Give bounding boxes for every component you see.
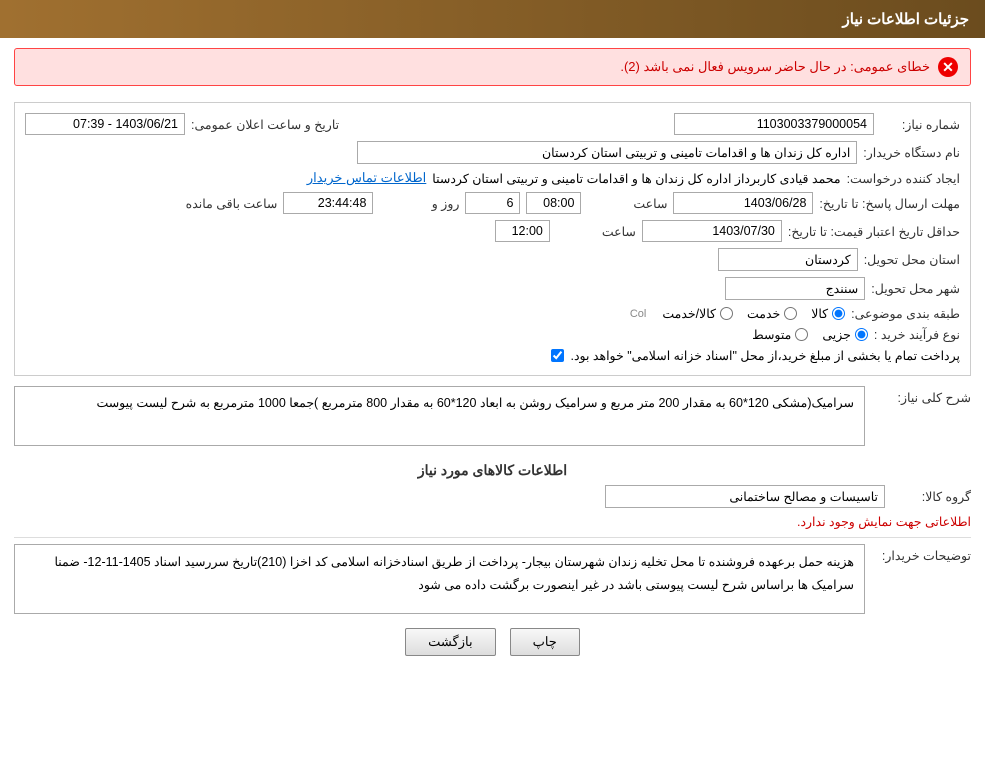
tabaqe-khedmat-radio[interactable]	[784, 307, 797, 320]
hadaqal-saat-label: ساعت	[556, 224, 636, 239]
hadaqal-time: 12:00	[495, 220, 550, 242]
row-checkbox: پرداخت تمام یا بخشی از مبلغ خرید،از محل …	[25, 348, 960, 363]
page-header: جزئیات اطلاعات نیاز	[0, 0, 985, 38]
ijad-link[interactable]: اطلاعات تماس خریدار	[307, 170, 426, 186]
error-banner: ✕ خطای عمومی: در حال حاضر سرویس فعال نمی…	[14, 48, 971, 86]
grohkala-label: گروه کالا:	[891, 489, 971, 504]
ijad-label: ایجاد کننده درخواست:	[847, 171, 960, 186]
tabaqe-radio-group: کالا خدمت کالا/خدمت	[662, 306, 845, 321]
nav-motavaset[interactable]: متوسط	[752, 327, 808, 342]
row-navfarayand: نوع فرآیند خرید : جزیی متوسط	[25, 327, 960, 342]
sharhkoli-label: شرح کلی نیاز:	[871, 386, 971, 405]
shahr-value: سنندج	[725, 277, 865, 300]
error-message: خطای عمومی: در حال حاضر سرویس فعال نمی ب…	[620, 59, 930, 75]
roz-label: روز و	[379, 196, 459, 211]
back-button[interactable]: بازگشت	[405, 628, 495, 656]
hadaqal-label: حداقل تاریخ اعتبار قیمت: تا تاریخ:	[788, 224, 960, 239]
page-title: جزئیات اطلاعات نیاز	[843, 11, 970, 28]
ostan-label: استان محل تحویل:	[864, 252, 960, 267]
kalaha-title: اطلاعات کالاهای مورد نیاز	[14, 462, 971, 479]
error-icon: ✕	[938, 57, 958, 77]
checkbox-pardakht[interactable]: پرداخت تمام یا بخشی از مبلغ خرید،از محل …	[551, 348, 960, 363]
tabaqe-label: طبقه بندی موضوعی:	[851, 306, 960, 321]
row-namdastgah: نام دستگاه خریدار: اداره کل زندان ها و ا…	[25, 141, 960, 164]
shahr-label: شهر محل تحویل:	[871, 281, 960, 296]
navfarayand-radio-group: جزیی متوسط	[752, 327, 868, 342]
row-shomare: شماره نیاز: 1103003379000054 تاریخ و ساع…	[25, 113, 960, 135]
main-content: شماره نیاز: 1103003379000054 تاریخ و ساع…	[0, 96, 985, 676]
saat-label: ساعت	[587, 196, 667, 211]
row-tawzih: توضیحات خریدار: هزینه حمل برعهده فروشنده…	[14, 544, 971, 614]
buttons-row: چاپ بازگشت	[14, 628, 971, 656]
tabaqe-khedmat[interactable]: خدمت	[747, 306, 797, 321]
grohkala-value: تاسیسات و مصالح ساختمانی	[605, 485, 885, 508]
row-mohlat: مهلت ارسال پاسخ: تا تاریخ: 1403/06/28 سا…	[25, 192, 960, 214]
tabaqe-kala[interactable]: کالا	[811, 306, 845, 321]
checkbox-label: پرداخت تمام یا بخشی از مبلغ خرید،از محل …	[570, 348, 960, 363]
row-shahr: شهر محل تحویل: سنندج	[25, 277, 960, 300]
info-section: شماره نیاز: 1103003379000054 تاریخ و ساع…	[14, 102, 971, 376]
mohlat-label: مهلت ارسال پاسخ: تا تاریخ:	[819, 196, 960, 211]
tabaqe-kala-radio[interactable]	[832, 307, 845, 320]
mohlat-time: 08:00	[526, 192, 581, 214]
col-label: Col	[630, 308, 647, 320]
tawzih-value: هزینه حمل برعهده فروشنده تا محل تخلیه زن…	[14, 544, 865, 614]
ijad-value: محمد قیادی کاربرداز اداره کل زندان ها و …	[432, 171, 840, 186]
row-hadaqal: حداقل تاریخ اعتبار قیمت: تا تاریخ: 1403/…	[25, 220, 960, 242]
sharhkoli-value: سرامیک(مشکی 120*60 به مقدار 200 متر مربع…	[14, 386, 865, 446]
nav-jozii-radio[interactable]	[855, 328, 868, 341]
navfarayand-label: نوع فرآیند خرید :	[874, 327, 960, 342]
nav-jozii[interactable]: جزیی	[822, 327, 868, 342]
nav-motavaset-radio[interactable]	[795, 328, 808, 341]
separator	[14, 537, 971, 538]
tawzih-label: توضیحات خریدار:	[871, 544, 971, 563]
tarikh-label: تاریخ و ساعت اعلان عمومی:	[191, 117, 339, 132]
mohlat-roz: 6	[465, 192, 520, 214]
row-tabaqe: طبقه بندی موضوعی: کالا خدمت کالا/خدمت Co…	[25, 306, 960, 321]
print-button[interactable]: چاپ	[510, 628, 580, 656]
ostan-value: کردستان	[718, 248, 858, 271]
namdastgah-value: اداره کل زندان ها و اقدامات تامینی و ترب…	[357, 141, 857, 164]
no-info-text: اطلاعاتی جهت نمایش وجود ندارد.	[14, 514, 971, 529]
shomare-niaz-value: 1103003379000054	[674, 113, 874, 135]
page-wrapper: جزئیات اطلاعات نیاز ✕ خطای عمومی: در حال…	[0, 0, 985, 765]
row-ijad: ایجاد کننده درخواست: محمد قیادی کاربرداز…	[25, 170, 960, 186]
row-ostan: استان محل تحویل: کردستان	[25, 248, 960, 271]
tarikh-value: 1403/06/21 - 07:39	[25, 113, 185, 135]
hadaqal-date: 1403/07/30	[642, 220, 782, 242]
mohlat-remaining: 23:44:48	[283, 192, 373, 214]
namdastgah-label: نام دستگاه خریدار:	[863, 145, 960, 160]
row-grohkala: گروه کالا: تاسیسات و مصالح ساختمانی	[14, 485, 971, 508]
row-sharhkoli: شرح کلی نیاز: سرامیک(مشکی 120*60 به مقدا…	[14, 386, 971, 454]
shomare-niaz-label: شماره نیاز:	[880, 117, 960, 132]
mohlat-date: 1403/06/28	[673, 192, 813, 214]
tabaqe-kalakhedmat-radio[interactable]	[720, 307, 733, 320]
remaining-label: ساعت باقی مانده	[186, 196, 278, 211]
tabaqe-kala-khedmat[interactable]: کالا/خدمت	[662, 306, 733, 321]
checkbox-pardakht-input[interactable]	[551, 349, 564, 362]
